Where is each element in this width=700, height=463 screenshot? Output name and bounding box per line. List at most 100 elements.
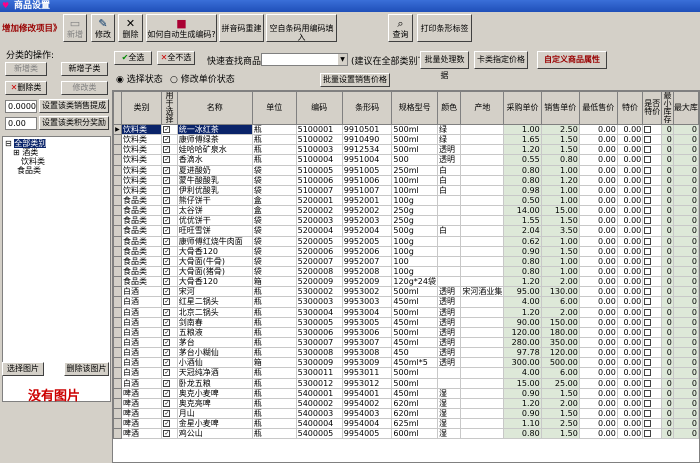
- min-stock-cell[interactable]: 0: [661, 367, 674, 379]
- price-cell[interactable]: 1.50: [540, 134, 580, 146]
- table-cell[interactable]: 透明: [436, 306, 462, 318]
- table-row[interactable]: 食品类 ✓ 大骨香120 箱 5200009 9952009 120g*24袋 1.20 2.0…: [113, 276, 699, 288]
- table-cell[interactable]: [460, 123, 505, 136]
- price-cell[interactable]: 4.00: [503, 296, 542, 308]
- table-cell[interactable]: 5100004: [295, 154, 343, 166]
- table-cell[interactable]: 5300003: [295, 296, 343, 308]
- table-cell[interactable]: [460, 418, 505, 430]
- table-cell[interactable]: 绿: [436, 123, 462, 136]
- table-cell[interactable]: 康师傅绿茶: [176, 134, 253, 146]
- table-cell[interactable]: 5400001: [295, 387, 343, 399]
- table-cell[interactable]: 450ml: [391, 316, 438, 328]
- batch-process-button[interactable]: 批量处理数据: [420, 51, 469, 80]
- table-cell[interactable]: 5100002: [295, 134, 343, 146]
- select-cell[interactable]: ✓: [161, 357, 178, 369]
- max-stock-cell[interactable]: 0: [672, 215, 699, 227]
- price-cell[interactable]: 0.00: [616, 286, 644, 298]
- price-cell[interactable]: 1.20: [540, 174, 580, 186]
- table-cell[interactable]: 5100007: [295, 184, 343, 196]
- select-cell[interactable]: ✓: [161, 286, 178, 298]
- table-cell[interactable]: [460, 144, 505, 156]
- special-cell[interactable]: [642, 194, 663, 207]
- price-cell[interactable]: 2.00: [540, 276, 580, 288]
- min-stock-cell[interactable]: 0: [661, 174, 674, 186]
- price-cell[interactable]: 0.00: [578, 205, 618, 217]
- table-cell[interactable]: 透明: [436, 347, 462, 359]
- column-header[interactable]: 规格型号: [391, 91, 438, 125]
- select-checkbox[interactable]: ✓: [163, 126, 171, 134]
- table-cell[interactable]: 瓶: [251, 144, 297, 156]
- table-cell[interactable]: 9952006: [341, 245, 393, 257]
- select-cell[interactable]: ✓: [161, 225, 178, 237]
- price-cell[interactable]: 0.00: [616, 336, 644, 349]
- select-cell[interactable]: ✓: [161, 164, 178, 176]
- special-cell[interactable]: [642, 154, 663, 166]
- category-cell[interactable]: 食品类: [120, 245, 163, 257]
- table-cell[interactable]: 鸡公山: [176, 428, 253, 440]
- table-cell[interactable]: 9952001: [341, 194, 393, 207]
- price-cell[interactable]: 0.00: [578, 377, 618, 389]
- select-checkbox[interactable]: ✓: [163, 146, 171, 154]
- table-cell[interactable]: 500ml: [391, 367, 438, 379]
- table-cell[interactable]: 500ml: [391, 326, 438, 338]
- table-cell[interactable]: 透明: [436, 336, 462, 349]
- table-cell[interactable]: 9952005: [341, 235, 393, 247]
- table-cell[interactable]: 瓶: [251, 387, 297, 399]
- category-cell[interactable]: 白酒: [120, 326, 163, 338]
- table-cell[interactable]: 大骨香120: [176, 276, 253, 288]
- table-cell[interactable]: 620ml: [391, 407, 438, 420]
- special-cell[interactable]: [642, 326, 663, 338]
- price-cell[interactable]: 0.00: [578, 245, 618, 257]
- table-cell[interactable]: 瓶: [251, 154, 297, 166]
- min-stock-cell[interactable]: 0: [661, 407, 674, 420]
- table-cell[interactable]: 透明: [436, 316, 462, 328]
- price-cell[interactable]: 25.00: [540, 377, 580, 389]
- max-stock-cell[interactable]: 0: [672, 387, 699, 399]
- table-cell[interactable]: 瓶: [251, 418, 297, 430]
- price-cell[interactable]: 0.00: [578, 397, 618, 409]
- price-cell[interactable]: 0.00: [616, 418, 644, 430]
- table-cell[interactable]: [460, 377, 505, 389]
- category-cell[interactable]: 白酒: [120, 347, 163, 359]
- select-cell[interactable]: ✓: [161, 326, 178, 338]
- price-cell[interactable]: 0.00: [578, 296, 618, 308]
- table-cell[interactable]: 康师傅红烧牛肉面: [176, 235, 253, 247]
- special-cell[interactable]: [642, 306, 663, 318]
- table-cell[interactable]: 湿: [436, 407, 462, 420]
- table-cell[interactable]: 瓶: [251, 306, 297, 318]
- tree-item-food[interactable]: 食品类: [17, 165, 41, 176]
- special-price-checkbox[interactable]: [644, 207, 652, 215]
- radio-price-state[interactable]: ○ 修改单价状态: [170, 72, 235, 85]
- table-cell[interactable]: 5400005: [295, 428, 343, 440]
- table-cell[interactable]: 5300007: [295, 336, 343, 349]
- min-stock-cell[interactable]: 0: [661, 123, 674, 136]
- table-cell[interactable]: 5400004: [295, 418, 343, 430]
- table-cell[interactable]: 5200007: [295, 255, 343, 267]
- table-cell[interactable]: 5300009: [295, 357, 343, 369]
- special-cell[interactable]: [642, 174, 663, 186]
- min-stock-cell[interactable]: 0: [661, 377, 674, 389]
- category-cell[interactable]: 啤酒: [120, 397, 163, 409]
- max-stock-cell[interactable]: 0: [672, 164, 699, 176]
- special-price-checkbox[interactable]: [644, 298, 652, 306]
- select-cell[interactable]: ✓: [161, 387, 178, 399]
- table-row[interactable]: 啤酒 ✓ 鸡公山瓶 5400005 9954005 600ml 湿 0.80 1.50 0.00 0…: [113, 428, 699, 440]
- select-cell[interactable]: ✓: [161, 276, 178, 288]
- table-cell[interactable]: 450ml: [391, 387, 438, 399]
- price-cell[interactable]: 0.00: [616, 397, 644, 409]
- table-cell[interactable]: 9910490: [341, 134, 393, 146]
- table-cell[interactable]: 宋河酒业集: [460, 286, 505, 298]
- table-row[interactable]: 白酒 ✓ 宋河瓶 5300002 9953002 500ml 透明 宋河酒业集 95.00 130…: [113, 286, 699, 298]
- special-cell[interactable]: [642, 286, 663, 298]
- special-cell[interactable]: [642, 387, 663, 399]
- category-cell[interactable]: 饮料类: [120, 184, 163, 196]
- select-checkbox[interactable]: ✓: [163, 399, 171, 407]
- table-cell[interactable]: 9953002: [341, 286, 393, 298]
- table-cell[interactable]: 5300006: [295, 326, 343, 338]
- min-stock-cell[interactable]: 0: [661, 184, 674, 196]
- select-checkbox[interactable]: ✓: [163, 278, 171, 286]
- category-cell[interactable]: 饮料类: [120, 123, 163, 136]
- table-cell[interactable]: 5300012: [295, 377, 343, 389]
- price-cell[interactable]: 2.04: [503, 225, 542, 237]
- price-cell[interactable]: 0.00: [616, 407, 644, 420]
